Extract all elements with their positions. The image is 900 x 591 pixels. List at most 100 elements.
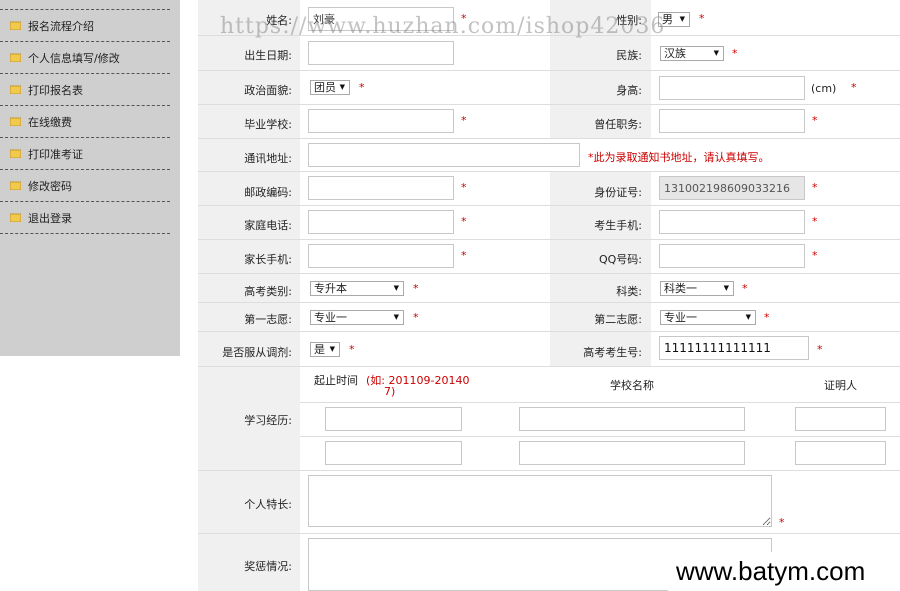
position-label: 曾任职务:	[594, 118, 642, 131]
address-note: *此为录取通知书地址，请认真填写。	[588, 151, 770, 164]
adjust-label: 是否服从调剂:	[222, 346, 292, 359]
birth-date-input[interactable]	[308, 41, 454, 65]
skill-label: 个人特长:	[244, 498, 292, 511]
sidebar-item-print-form[interactable]: 打印报名表	[0, 74, 170, 106]
position-input[interactable]	[659, 109, 805, 133]
folder-icon	[10, 149, 21, 158]
required-mark: *	[779, 516, 785, 529]
education-label: 学习经历:	[244, 414, 292, 427]
politics-select[interactable]: 团员 ▼	[310, 80, 350, 95]
school-label: 毕业学校:	[244, 118, 292, 131]
subject-label: 科类:	[616, 285, 642, 298]
name-input[interactable]	[308, 7, 454, 31]
required-mark: *	[461, 12, 467, 25]
exam-number-label: 高考考生号:	[583, 346, 642, 359]
choice1-select[interactable]: 专业一 ▼	[310, 310, 404, 325]
required-mark: *	[812, 215, 818, 228]
address-input[interactable]	[308, 143, 580, 167]
height-unit: (cm)	[811, 82, 837, 95]
form-row: 是否服从调剂: 是▼ * 高考考生号: *	[198, 332, 900, 367]
home-phone-label: 家庭电话:	[244, 219, 292, 232]
folder-icon	[10, 21, 21, 30]
home-phone-input[interactable]	[308, 210, 454, 234]
idcard-input[interactable]	[659, 176, 805, 200]
gender-select[interactable]: 男 ▼	[658, 12, 690, 27]
choice1-label: 第一志愿:	[244, 313, 292, 326]
qq-input[interactable]	[659, 244, 805, 268]
required-mark: *	[461, 249, 467, 262]
name-label: 姓名:	[266, 14, 292, 27]
required-mark: *	[812, 114, 818, 127]
required-mark: *	[349, 343, 355, 356]
required-mark: *	[812, 181, 818, 194]
dropdown-arrow-icon: ▼	[393, 284, 399, 292]
required-mark: *	[461, 215, 467, 228]
mobile-label: 考生手机:	[594, 219, 642, 232]
sidebar-item-logout[interactable]: 退出登录	[0, 202, 170, 234]
choice2-select[interactable]: 专业一 ▼	[660, 310, 756, 325]
sidebar-item-admission-ticket[interactable]: 打印准考证	[0, 138, 170, 170]
edu-period-input[interactable]	[325, 441, 462, 465]
dropdown-arrow-icon: ▼	[713, 49, 719, 57]
sidebar-item-label: 在线缴费	[28, 115, 72, 129]
sidebar-item-process[interactable]: 报名流程介绍	[0, 10, 170, 42]
folder-icon	[10, 53, 21, 62]
edu-school-input[interactable]	[519, 441, 745, 465]
required-mark: *	[699, 12, 705, 25]
form-row: 政治面貌: 团员 ▼ * 身高: (cm) *	[198, 71, 900, 105]
form-row: 出生日期: 民族: 汉族 ▼ *	[198, 36, 900, 71]
form-row: 毕业学校: * 曾任职务: *	[198, 105, 900, 139]
edu-witness-input[interactable]	[795, 441, 886, 465]
folder-icon	[10, 181, 21, 190]
form-row: 通讯地址: *此为录取通知书地址，请认真填写。	[198, 139, 900, 172]
edu-witness-header: 证明人	[824, 379, 857, 392]
edu-school-header: 学校名称	[610, 379, 654, 392]
sidebar-item-change-password[interactable]: 修改密码	[0, 170, 170, 202]
school-input[interactable]	[308, 109, 454, 133]
exam-type-select[interactable]: 专升本 ▼	[310, 281, 404, 296]
sidebar-item-payment[interactable]: 在线缴费	[0, 106, 170, 138]
required-mark: *	[851, 81, 857, 94]
form-row: 姓名: * 性别: 男▼ *	[198, 0, 900, 36]
subject-select[interactable]: 科类一 ▼	[660, 281, 734, 296]
award-label: 奖惩情况:	[244, 560, 292, 573]
parent-phone-input[interactable]	[308, 244, 454, 268]
edu-period-hint: (如: 201109-20140	[366, 374, 470, 387]
adjust-select[interactable]: 是 ▼	[310, 342, 340, 357]
zip-input[interactable]	[308, 176, 454, 200]
form-row: 第一志愿: 专业一 ▼ * 第二志愿: 专业一 ▼ *	[198, 303, 900, 332]
address-label: 通讯地址:	[244, 152, 292, 165]
ethnic-select[interactable]: 汉族 ▼	[660, 46, 724, 61]
choice1-select-value: 专业一	[314, 311, 347, 324]
required-mark: *	[461, 181, 467, 194]
sidebar-item-label: 打印报名表	[28, 83, 83, 97]
gender-label: 性别:	[616, 14, 642, 27]
required-mark: *	[817, 343, 823, 356]
required-mark: *	[812, 249, 818, 262]
dropdown-arrow-icon: ▼	[393, 313, 399, 321]
dropdown-arrow-icon: ▼	[679, 15, 685, 23]
divider	[300, 436, 900, 437]
mobile-input[interactable]	[659, 210, 805, 234]
edu-witness-input[interactable]	[795, 407, 886, 431]
parent-phone-label: 家长手机:	[244, 253, 292, 266]
gender-select-value: 男	[662, 13, 673, 26]
height-input[interactable]	[659, 76, 805, 100]
registration-form: 姓名: * 性别: 男▼ * 出生日期: 民族: 汉族▼ * 政治面貌: 团员▼…	[198, 0, 900, 591]
required-mark: *	[732, 47, 738, 60]
sidebar-item-personal-info[interactable]: 个人信息填写/修改	[0, 42, 170, 74]
brand-watermark: www.batym.com	[668, 552, 900, 591]
skill-textarea[interactable]	[308, 475, 772, 527]
ethnic-label: 民族:	[616, 49, 642, 62]
edu-period-input[interactable]	[325, 407, 462, 431]
choice2-label: 第二志愿:	[594, 313, 642, 326]
ethnic-select-value: 汉族	[664, 47, 686, 60]
divider	[300, 402, 900, 403]
birth-label: 出生日期:	[244, 49, 292, 62]
page-root: 报名流程介绍 个人信息填写/修改 打印报名表 在线缴费 打印准考证 修改密码 退…	[0, 0, 900, 591]
sidebar-item-label: 打印准考证	[28, 147, 83, 161]
edu-school-input[interactable]	[519, 407, 745, 431]
idcard-label: 身份证号:	[594, 186, 642, 199]
sidebar-item-label: 报名流程介绍	[28, 19, 94, 33]
exam-number-input[interactable]	[659, 336, 809, 360]
